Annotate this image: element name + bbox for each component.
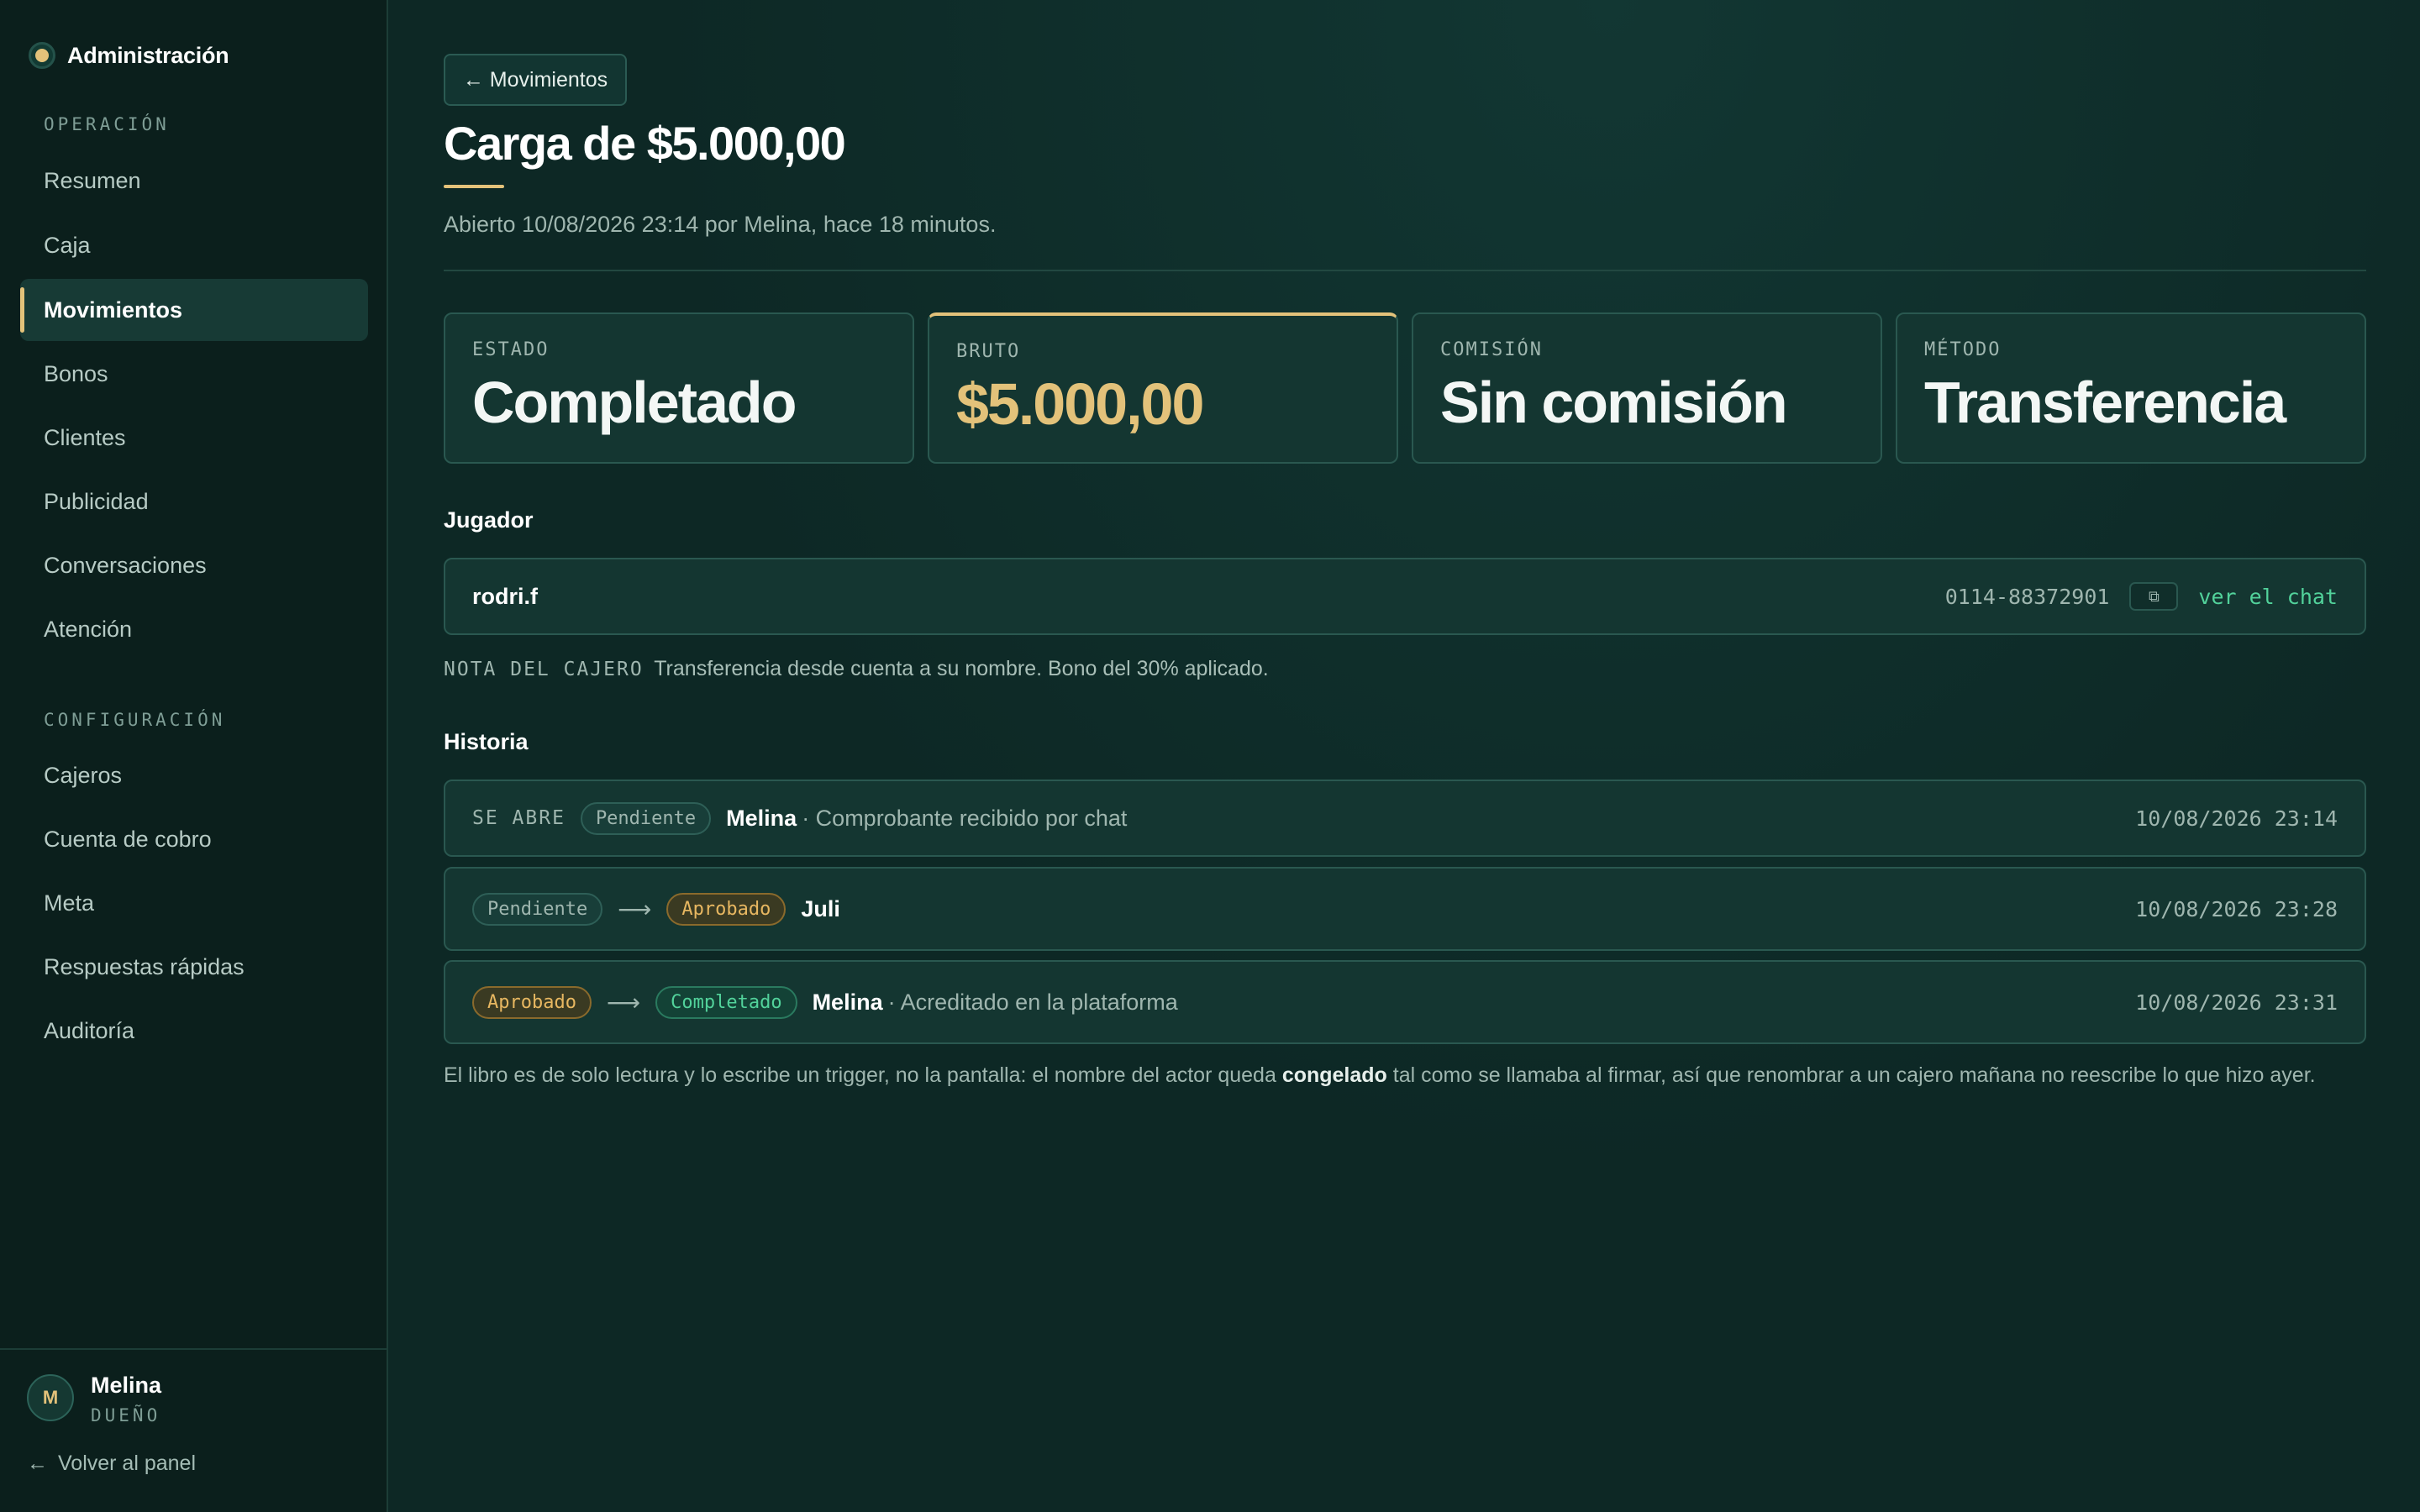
title-underline <box>444 185 504 188</box>
player-contact: 0114-88372901 ⧉ ver el chat <box>1945 582 2338 611</box>
footnote-bold: congelado <box>1281 1063 1387 1087</box>
brand-logo-icon <box>29 42 55 69</box>
section-label-configuracion: CONFIGURACIÓN <box>44 710 226 730</box>
history-row: Aprobado ⟶ Completado Melina · Acreditad… <box>444 960 2366 1044</box>
user-name: Melina <box>91 1373 162 1398</box>
brand-title: Administración <box>67 42 229 68</box>
stat-card-estado: ESTADO Completado <box>444 312 914 464</box>
history-actor: Melina <box>726 805 797 831</box>
stat-value: Sin comisión <box>1440 370 1788 435</box>
sidebar-item-meta[interactable]: Meta <box>20 872 368 934</box>
section-label-operacion: OPERACIÓN <box>44 114 170 134</box>
sidebar-item-cajeros[interactable]: Cajeros <box>20 744 368 806</box>
brand: Administración <box>29 42 229 69</box>
sidebar-item-conversaciones[interactable]: Conversaciones <box>20 534 368 596</box>
sidebar-item-caja[interactable]: Caja <box>20 214 368 276</box>
ledger-footnote: El libro es de solo lectura y lo escribe… <box>444 1063 2316 1088</box>
player-username: rodri.f <box>472 583 538 609</box>
page-title: Carga de $5.000,00 <box>444 117 846 170</box>
page-subtitle: Abierto 10/08/2026 23:14 por Melina, hac… <box>444 212 997 237</box>
stat-label: ESTADO <box>472 339 550 360</box>
sidebar-item-auditoria[interactable]: Auditoría <box>20 1000 368 1062</box>
history-row: SE ABRE Pendiente Melina · Comprobante r… <box>444 780 2366 857</box>
player-section-title: Jugador <box>444 507 534 533</box>
history-opener: SE ABRE <box>472 807 566 829</box>
stat-value: Completado <box>472 370 797 435</box>
sidebar-item-movimientos[interactable]: Movimientos <box>20 279 368 341</box>
user-role: DUEÑO <box>91 1405 161 1425</box>
sidebar-item-cuenta-de-cobro[interactable]: Cuenta de cobro <box>20 808 368 870</box>
stat-card-bruto: BRUTO $5.000,00 <box>928 312 1398 464</box>
stat-value: $5.000,00 <box>956 371 1204 437</box>
view-chat-link[interactable]: ver el chat <box>2198 585 2338 609</box>
back-to-panel-label: Volver al panel <box>58 1452 197 1475</box>
player-phone: 0114-88372901 <box>1944 584 2110 609</box>
footnote-text-after: tal como se llamaba al firmar, así que r… <box>1392 1063 2316 1087</box>
player-card: rodri.f 0114-88372901 ⧉ ver el chat <box>444 558 2366 635</box>
header-divider <box>444 270 2366 271</box>
history-row: Pendiente ⟶ Aprobado Juli 10/08/2026 23:… <box>444 867 2366 951</box>
sidebar-item-publicidad[interactable]: Publicidad <box>20 470 368 533</box>
status-badge-aprobado: Aprobado <box>666 892 786 926</box>
sidebar-item-bonos[interactable]: Bonos <box>20 343 368 405</box>
sidebar-item-respuestas-rapidas[interactable]: Respuestas rápidas <box>20 936 368 998</box>
stat-label: BRUTO <box>956 341 1021 362</box>
stat-label: COMISIÓN <box>1440 339 1543 360</box>
cashier-note-text: Transferencia desde cuenta a su nombre. … <box>654 657 1269 680</box>
cashier-note-label: NOTA DEL CAJERO <box>444 659 644 680</box>
status-badge-aprobado: Aprobado <box>472 985 592 1019</box>
copy-icon[interactable]: ⧉ <box>2129 582 2179 611</box>
stat-label: MÉTODO <box>1924 339 2002 360</box>
back-to-movimientos-button[interactable]: ← Movimientos <box>444 54 627 106</box>
arrow-right-icon: ⟶ <box>618 895 652 922</box>
stat-value: Transferencia <box>1924 370 2286 435</box>
footnote-text-before: El libro es de solo lectura y lo escribe… <box>444 1063 1276 1087</box>
arrow-right-icon: ⟶ <box>606 989 641 1016</box>
sidebar-item-resumen[interactable]: Resumen <box>20 150 368 212</box>
history-comment: · Comprobante recibido por chat <box>802 805 1128 831</box>
back-to-panel-link[interactable]: ← Volver al panel <box>27 1452 196 1476</box>
stat-card-metodo: MÉTODO Transferencia <box>1896 312 2366 464</box>
history-time: 10/08/2026 23:14 <box>2135 806 2338 831</box>
stat-card-comision: COMISIÓN Sin comisión <box>1412 312 1882 464</box>
avatar[interactable]: M <box>27 1374 74 1421</box>
history-time: 10/08/2026 23:28 <box>2135 896 2338 921</box>
history-section-title: Historia <box>444 729 529 754</box>
arrow-left-icon: ← <box>27 1452 48 1475</box>
cashier-note: NOTA DEL CAJERO Transferencia desde cuen… <box>444 657 1269 681</box>
status-badge-completado: Completado <box>655 985 797 1019</box>
history-comment: · Acreditado en la plataforma <box>887 989 1178 1015</box>
status-badge-pendiente: Pendiente <box>472 892 603 926</box>
sidebar: Administración OPERACIÓN Resumen Caja Mo… <box>0 0 388 1512</box>
sidebar-item-clientes[interactable]: Clientes <box>20 407 368 469</box>
history-actor: Juli <box>801 895 840 921</box>
history-actor: Melina <box>812 989 883 1015</box>
history-time: 10/08/2026 23:31 <box>2135 990 2338 1015</box>
sidebar-item-atencion[interactable]: Atención <box>20 598 368 660</box>
sidebar-footer-divider <box>0 1348 388 1350</box>
status-badge-pendiente: Pendiente <box>580 801 712 835</box>
main-content: ← Movimientos Carga de $5.000,00 Abierto… <box>390 0 2420 1512</box>
